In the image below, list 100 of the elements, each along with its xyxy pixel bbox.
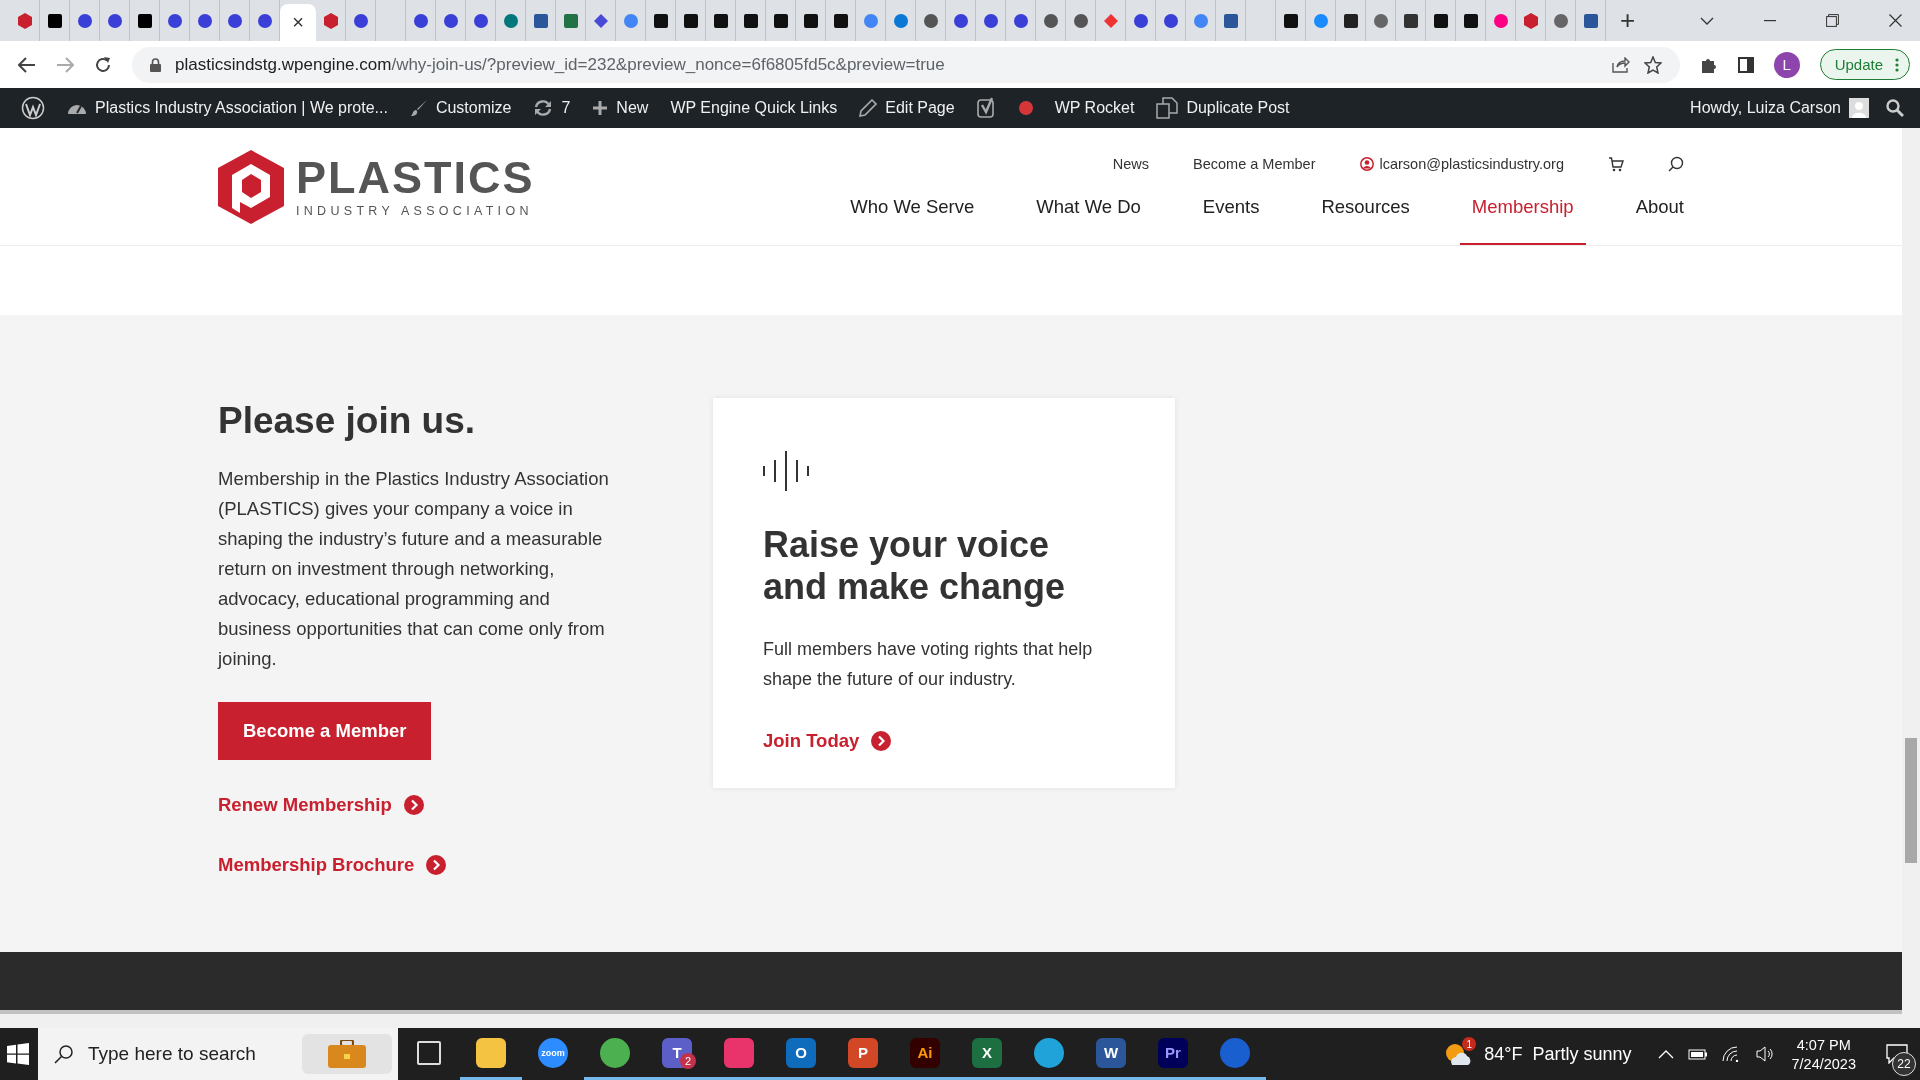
address-bar[interactable]: plasticsindstg.wpengine.com/why-join-us/?preview_id=232&preview_nonce=6f6805fd5c&preview=true bbox=[132, 46, 1680, 83]
notification-center-button[interactable]: 22 bbox=[1874, 1028, 1920, 1080]
arrow-link[interactable]: Join Today bbox=[763, 730, 1113, 752]
search-input[interactable]: Type here to search bbox=[86, 1042, 290, 1066]
app-icon: O bbox=[786, 1037, 816, 1068]
clock-time: 4:07 PM bbox=[1796, 1036, 1851, 1053]
briefcase-icon bbox=[328, 1040, 366, 1068]
favicon-icon bbox=[442, 12, 459, 29]
taskbar-app[interactable]: P bbox=[832, 1028, 894, 1080]
admin-bar-item[interactable]: WP Engine Quick Links bbox=[659, 88, 849, 128]
nav-link[interactable]: What We Do bbox=[1024, 182, 1153, 245]
nav-link[interactable]: About bbox=[1623, 182, 1684, 245]
admin-bar-item[interactable]: Edit Page bbox=[848, 88, 966, 128]
taskbar-clock[interactable]: 4:07 PM 7/24/2023 bbox=[1791, 1036, 1856, 1072]
favicon-icon bbox=[1462, 12, 1479, 29]
speaker-icon[interactable] bbox=[1756, 1046, 1775, 1062]
taskbar-app[interactable]: W bbox=[1080, 1028, 1142, 1080]
favicon-icon bbox=[1012, 12, 1029, 29]
sync-icon bbox=[533, 99, 554, 117]
search-icon[interactable] bbox=[1886, 99, 1904, 117]
weather-text: 84°F Partly sunny bbox=[1484, 1043, 1632, 1065]
body-text: Membership in the Plastics Industry Association (PLASTICS) gives your company a voice in shaping the industry’s future and a measurable return on investment through networking, advocacy, educational programming and business opportunities that can come only from joining. bbox=[218, 467, 610, 671]
favicon-icon bbox=[46, 12, 63, 29]
nav-link[interactable]: Who We Serve bbox=[838, 182, 987, 245]
account-menu[interactable]: Howdy, Luiza Carson bbox=[1679, 88, 1880, 128]
close-icon[interactable] bbox=[1889, 14, 1902, 27]
arrow-link[interactable]: Renew Membership bbox=[218, 794, 424, 816]
favicon-icon bbox=[256, 12, 273, 29]
share-icon[interactable] bbox=[1611, 56, 1630, 73]
chevron-up-icon[interactable] bbox=[1658, 1049, 1675, 1059]
app-icon bbox=[600, 1037, 630, 1068]
favicon-icon bbox=[16, 12, 33, 29]
become-member-button[interactable]: Become a Member bbox=[218, 702, 432, 760]
vertical-scrollbar[interactable] bbox=[1902, 128, 1920, 1028]
pencil-icon bbox=[859, 99, 878, 117]
side-panel-icon[interactable] bbox=[1737, 56, 1754, 73]
favicon-icon bbox=[352, 12, 369, 29]
favicon-icon bbox=[652, 12, 669, 29]
taskbar-app[interactable]: Pr bbox=[1142, 1028, 1204, 1080]
windows-start-icon[interactable] bbox=[7, 1043, 29, 1065]
taskbar-app[interactable]: Ai bbox=[894, 1028, 956, 1080]
taskbar-search-field[interactable]: Type here to search bbox=[38, 1028, 398, 1080]
admin-bar-item[interactable]: Duplicate Post bbox=[1145, 88, 1301, 128]
notification-badge: 1 bbox=[1462, 1037, 1477, 1051]
minimize-icon[interactable] bbox=[1764, 19, 1776, 22]
arrow-link[interactable]: Membership Brochure bbox=[218, 854, 447, 876]
clock-date: 7/24/2023 bbox=[1791, 1055, 1856, 1072]
taskbar-app[interactable]: T 2 bbox=[646, 1028, 708, 1080]
admin-bar-item[interactable]: 7 bbox=[522, 88, 582, 128]
app-icon bbox=[1220, 1037, 1250, 1068]
favicon-icon bbox=[1342, 12, 1359, 29]
app-icon: P bbox=[848, 1037, 878, 1068]
favicon-icon bbox=[952, 12, 969, 29]
brush-icon bbox=[409, 99, 428, 117]
admin-bar-item[interactable]: Plastics Industry Association | We prote... bbox=[56, 88, 399, 128]
favicon-icon bbox=[592, 12, 609, 29]
cart-icon[interactable] bbox=[1608, 156, 1624, 172]
favicon-icon bbox=[1192, 12, 1209, 29]
user-icon bbox=[1359, 157, 1374, 171]
favicon-icon bbox=[166, 12, 183, 29]
admin-bar-item[interactable]: WP Rocket bbox=[1043, 88, 1146, 128]
nav-link[interactable]: Resources bbox=[1309, 182, 1422, 245]
taskbar-app[interactable]: X bbox=[956, 1028, 1018, 1080]
favicon-icon bbox=[712, 12, 729, 29]
yoast-icon bbox=[976, 97, 997, 119]
battery-icon[interactable] bbox=[1688, 1048, 1709, 1060]
status-dot-icon bbox=[1018, 101, 1033, 115]
lock-icon bbox=[150, 57, 161, 72]
favicon-icon bbox=[742, 12, 759, 29]
site-logo[interactable]: PLASTICS INDUSTRY ASSOCIATION bbox=[218, 149, 535, 224]
back-icon[interactable] bbox=[18, 56, 36, 73]
utility-link[interactable]: News bbox=[1112, 156, 1149, 172]
taskbar-app[interactable]: O bbox=[770, 1028, 832, 1080]
nav-link[interactable]: Events bbox=[1190, 182, 1272, 245]
update-button[interactable]: Update bbox=[1819, 49, 1910, 80]
app-icon bbox=[1034, 1037, 1064, 1068]
horizontal-scrollbar[interactable] bbox=[0, 1010, 1902, 1028]
restore-icon[interactable] bbox=[1826, 14, 1839, 27]
new-tab-button[interactable]: + bbox=[1620, 5, 1636, 36]
search-icon bbox=[54, 1044, 74, 1064]
app-icon bbox=[476, 1037, 506, 1068]
admin-bar-item[interactable]: New bbox=[581, 88, 660, 128]
arrow-circle-icon bbox=[871, 731, 892, 751]
star-icon[interactable] bbox=[1643, 55, 1662, 74]
favicon-icon bbox=[1162, 12, 1179, 29]
admin-bar-item[interactable]: Customize bbox=[398, 88, 523, 128]
favicon-icon bbox=[76, 12, 93, 29]
tab-list-icon[interactable] bbox=[1700, 16, 1714, 25]
arrow-circle-icon bbox=[403, 795, 424, 815]
search-icon[interactable] bbox=[1668, 156, 1684, 172]
favicon-icon bbox=[1372, 12, 1389, 29]
reload-icon[interactable] bbox=[94, 55, 112, 74]
favicon-icon bbox=[532, 12, 549, 29]
favicon-icon bbox=[1402, 12, 1419, 29]
favicon-icon bbox=[1042, 12, 1059, 29]
account-link[interactable]: lcarson@plasticsindustry.org bbox=[1359, 156, 1564, 172]
app-icon: Ai bbox=[910, 1037, 940, 1068]
browser-tab[interactable]: × bbox=[280, 4, 316, 41]
utility-link[interactable]: Become a Member bbox=[1193, 156, 1316, 172]
profile-avatar[interactable]: L bbox=[1773, 51, 1800, 78]
